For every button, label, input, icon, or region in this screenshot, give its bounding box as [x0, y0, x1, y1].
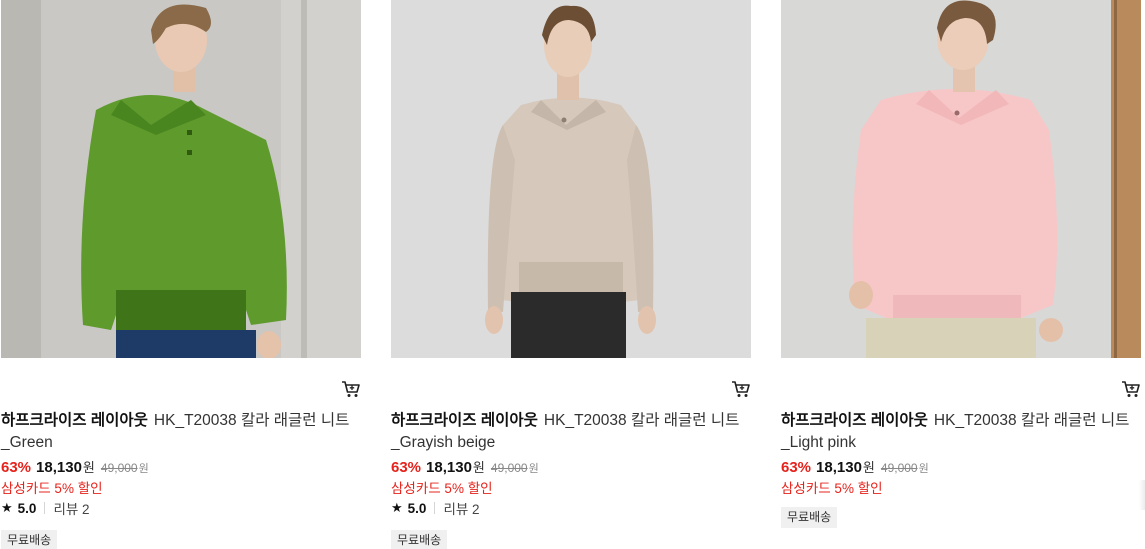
- product-name[interactable]: HK_T20038 칼라 래글런 니트: [544, 412, 739, 429]
- product-photo[interactable]: [391, 0, 751, 358]
- product-name[interactable]: HK_T20038 칼라 래글런 니트: [934, 412, 1129, 429]
- rating-row: ★ 5.0 리뷰 2: [391, 499, 480, 517]
- divider: [434, 502, 436, 514]
- price-row: 63% 18,130원 49,000원: [781, 457, 929, 477]
- original-price-currency: 원: [138, 463, 149, 475]
- free-shipping-badge: 무료배송: [1, 530, 58, 549]
- cart-icon: [732, 381, 750, 397]
- discount-rate: 63%: [781, 459, 812, 476]
- product-card[interactable]: 하프크라이즈 레이아웃 HK_T20038 칼라 래글런 니트 _Green 63…: [1, 0, 363, 549]
- review-count[interactable]: 리뷰 2: [443, 498, 479, 518]
- price-row: 63% 18,130원 49,000원: [1, 457, 149, 477]
- add-to-cart-button[interactable]: [731, 380, 751, 398]
- product-title[interactable]: 하프크라이즈 레이아웃 HK_T20038 칼라 래글런 니트 _Grayish …: [391, 410, 753, 454]
- card-promo: 삼성카드 5% 할인: [391, 481, 493, 496]
- rating-score: 5.0: [407, 500, 427, 516]
- original-price: 49,000: [490, 461, 528, 475]
- price-currency: 원: [862, 460, 875, 475]
- free-shipping-badge: 무료배송: [391, 530, 448, 549]
- brand-name[interactable]: 하프크라이즈 레이아웃: [1, 412, 148, 429]
- card-promo: 삼성카드 5% 할인: [1, 481, 103, 496]
- original-price-currency: 원: [528, 463, 539, 475]
- cart-icon: [342, 381, 360, 397]
- discount-rate: 63%: [391, 459, 422, 476]
- product-photo[interactable]: [781, 0, 1141, 358]
- free-shipping-badge: 무료배송: [781, 507, 838, 528]
- product-title[interactable]: 하프크라이즈 레이아웃 HK_T20038 칼라 래글런 니트 _Light pi…: [781, 410, 1143, 454]
- product-variant[interactable]: _Green: [1, 434, 53, 451]
- original-price-currency: 원: [918, 463, 929, 475]
- add-to-cart-button[interactable]: [1121, 380, 1141, 398]
- card-promo: 삼성카드 5% 할인: [781, 481, 883, 496]
- star-icon: ★: [391, 500, 403, 515]
- rating-score: 5.0: [17, 500, 37, 516]
- product-grid: 하프크라이즈 레이아웃 HK_T20038 칼라 래글런 니트 _Green 63…: [0, 0, 1145, 549]
- price-currency: 원: [82, 460, 95, 475]
- sale-price: 18,130: [816, 459, 862, 476]
- sale-price: 18,130: [426, 459, 472, 476]
- brand-name[interactable]: 하프크라이즈 레이아웃: [781, 412, 928, 429]
- product-card[interactable]: 하프크라이즈 레이아웃 HK_T20038 칼라 래글런 니트 _Grayish …: [391, 0, 753, 549]
- sale-price: 18,130: [36, 459, 82, 476]
- product-photo[interactable]: [1, 0, 361, 358]
- original-price: 49,000: [880, 461, 918, 475]
- brand-name[interactable]: 하프크라이즈 레이아웃: [391, 412, 538, 429]
- rating-row: ★ 5.0 리뷰 2: [1, 499, 90, 517]
- price-currency: 원: [472, 460, 485, 475]
- product-card[interactable]: 하프크라이즈 레이아웃 HK_T20038 칼라 래글런 니트 _Light pi…: [781, 0, 1143, 528]
- divider: [44, 502, 46, 514]
- review-count[interactable]: 리뷰 2: [53, 498, 89, 518]
- product-photo-illustration: [391, 0, 751, 358]
- product-variant[interactable]: _Light pink: [781, 434, 856, 451]
- original-price: 49,000: [100, 461, 138, 475]
- price-row: 63% 18,130원 49,000원: [391, 457, 539, 477]
- star-icon: ★: [1, 500, 13, 515]
- product-variant[interactable]: _Grayish beige: [391, 434, 495, 451]
- discount-rate: 63%: [1, 459, 32, 476]
- product-photo-illustration: [1, 0, 361, 358]
- product-photo-illustration: [781, 0, 1141, 358]
- product-title[interactable]: 하프크라이즈 레이아웃 HK_T20038 칼라 래글런 니트 _Green: [1, 410, 363, 454]
- product-name[interactable]: HK_T20038 칼라 래글런 니트: [154, 412, 349, 429]
- add-to-cart-button[interactable]: [341, 380, 361, 398]
- scroll-edge-indicator: [1139, 480, 1145, 510]
- cart-icon: [1122, 381, 1140, 397]
